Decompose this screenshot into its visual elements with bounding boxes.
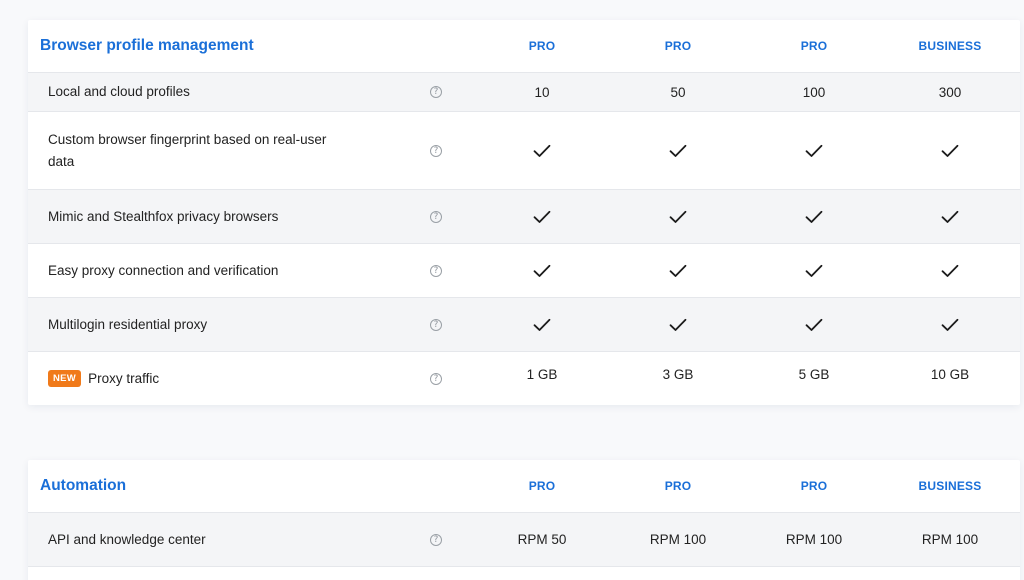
checkmark-icon xyxy=(805,264,823,277)
feature-value: 1 GB xyxy=(526,367,558,382)
feature-value: RPM 100 xyxy=(649,532,707,547)
feature-value-check xyxy=(746,318,882,332)
question-circle-icon: ? xyxy=(430,533,442,546)
feature-label: Multilogin residential proxy xyxy=(48,316,208,332)
feature-value: 10 xyxy=(534,84,550,100)
plan-header: PRO xyxy=(664,39,692,53)
feature-value: RPM 100 xyxy=(785,532,843,547)
feature-value-check xyxy=(474,264,610,278)
feature-value: 10 GB xyxy=(930,367,970,382)
plan-header: PRO xyxy=(528,39,556,53)
feature-label: Custom browser fingerprint based on real… xyxy=(48,131,327,169)
help-button[interactable]: ? xyxy=(398,144,474,157)
checkmark-icon xyxy=(669,264,687,277)
question-circle-icon: ? xyxy=(430,210,442,223)
plan-header: BUSINESS xyxy=(918,39,982,53)
feature-value: RPM 100 xyxy=(921,532,979,547)
checkmark-icon xyxy=(941,318,959,331)
feature-label: Easy proxy connection and verification xyxy=(48,262,279,278)
feature-value-check xyxy=(474,318,610,332)
checkmark-icon xyxy=(669,318,687,331)
checkmark-icon xyxy=(941,264,959,277)
checkmark-icon xyxy=(941,210,959,223)
feature-row-custom-fingerprint: Custom browser fingerprint based on real… xyxy=(28,112,1020,190)
feature-value-check xyxy=(882,144,1018,158)
plan-header: PRO xyxy=(664,479,692,493)
checkmark-icon xyxy=(669,210,687,223)
section-header: Automation PRO PRO PRO BUSINESS xyxy=(28,460,1020,513)
checkmark-icon xyxy=(533,318,551,331)
pricing-comparison-page: Browser profile management PRO PRO PRO B… xyxy=(0,0,1024,580)
feature-value-check xyxy=(882,210,1018,224)
feature-value-check xyxy=(746,144,882,158)
feature-value-check xyxy=(610,264,746,278)
question-circle-icon: ? xyxy=(430,144,442,157)
feature-label: Proxy traffic xyxy=(88,370,160,386)
checkmark-icon xyxy=(533,144,551,157)
feature-value-check xyxy=(746,210,882,224)
plan-header: PRO xyxy=(800,39,828,53)
help-button[interactable]: ? xyxy=(398,210,474,223)
checkmark-icon xyxy=(805,318,823,331)
checkmark-icon xyxy=(533,264,551,277)
feature-value: 100 xyxy=(802,84,826,100)
feature-row-api-knowledge-center: API and knowledge center ? RPM 50 RPM 10… xyxy=(28,513,1020,567)
checkmark-icon xyxy=(805,144,823,157)
question-circle-icon: ? xyxy=(430,372,442,385)
section-browser-profile-management: Browser profile management PRO PRO PRO B… xyxy=(28,20,1020,405)
help-button[interactable]: ? xyxy=(398,264,474,277)
feature-value-check xyxy=(882,264,1018,278)
help-button[interactable]: ? xyxy=(398,318,474,331)
section-title: Automation xyxy=(40,477,127,494)
plan-header: PRO xyxy=(800,479,828,493)
question-circle-icon: ? xyxy=(430,264,442,277)
help-button[interactable]: ? xyxy=(398,372,474,385)
checkmark-icon xyxy=(941,144,959,157)
feature-value: 5 GB xyxy=(798,367,830,382)
plan-header: PRO xyxy=(528,479,556,493)
feature-label: Local and cloud profiles xyxy=(48,84,190,99)
help-button[interactable]: ? xyxy=(398,533,474,546)
section-header: Browser profile management PRO PRO PRO B… xyxy=(28,20,1020,73)
section-automation: Automation PRO PRO PRO BUSINESS API and … xyxy=(28,460,1020,580)
question-circle-icon: ? xyxy=(430,318,442,331)
feature-row-privacy-browsers: Mimic and Stealthfox privacy browsers ? xyxy=(28,190,1020,244)
checkmark-icon xyxy=(533,210,551,223)
feature-value: RPM 50 xyxy=(517,532,567,547)
feature-value-check xyxy=(474,144,610,158)
feature-value-check xyxy=(610,210,746,224)
section-title: Browser profile management xyxy=(40,37,254,54)
help-button[interactable]: ? xyxy=(398,86,474,98)
feature-value: 50 xyxy=(670,84,686,100)
feature-value-check xyxy=(882,318,1018,332)
feature-value: 3 GB xyxy=(662,367,694,382)
feature-row-easy-proxy: Easy proxy connection and verification ? xyxy=(28,244,1020,298)
feature-value-check xyxy=(610,318,746,332)
feature-row-proxy-traffic: NEW Proxy traffic ? 1 GB 3 GB 5 GB 10 GB xyxy=(28,352,1020,405)
feature-label: Mimic and Stealthfox privacy browsers xyxy=(48,208,279,224)
feature-value-check xyxy=(610,144,746,158)
plan-header: BUSINESS xyxy=(918,479,982,493)
new-badge: NEW xyxy=(48,370,82,387)
checkmark-icon xyxy=(805,210,823,223)
feature-value-check xyxy=(474,210,610,224)
feature-label: API and knowledge center xyxy=(48,531,206,547)
feature-value: 300 xyxy=(938,84,962,100)
question-circle-icon: ? xyxy=(430,86,442,98)
feature-value-check xyxy=(746,264,882,278)
checkmark-icon xyxy=(669,144,687,157)
feature-row-local-cloud-profiles: Local and cloud profiles ? 10 50 100 300 xyxy=(28,73,1020,112)
feature-row-residential-proxy: Multilogin residential proxy ? xyxy=(28,298,1020,352)
